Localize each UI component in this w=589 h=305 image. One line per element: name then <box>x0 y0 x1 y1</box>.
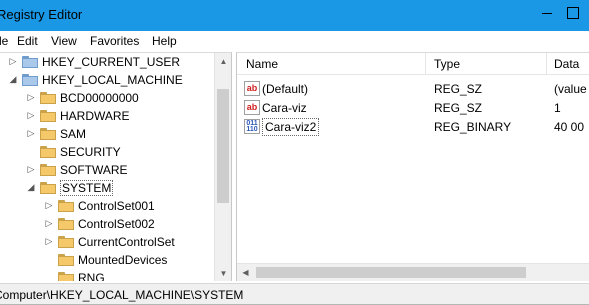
menu-bar: File Edit View Favorites Help <box>0 31 589 51</box>
expand-arrow-icon[interactable]: ▷ <box>44 235 54 247</box>
tree-node-label[interactable]: HKEY_CURRENT_USER <box>42 55 180 69</box>
folder-icon <box>58 254 74 266</box>
column-divider[interactable] <box>546 53 547 75</box>
scrollbar-thumb[interactable] <box>256 267 526 278</box>
expand-arrow-icon[interactable]: ▷ <box>44 217 54 229</box>
tree-node[interactable]: ▷ SAM <box>0 125 214 143</box>
tree-node[interactable]: ▷ ControlSet002 <box>0 215 214 233</box>
key-tree-pane: ▷ HKEY_CURRENT_USER ◢ HKEY_LOCAL_MACHINE ▷ BC… <box>0 52 232 281</box>
value-row[interactable]: 011 110 Cara-viz2 REG_BINARY 40 00 <box>237 117 589 136</box>
folder-icon <box>40 92 56 104</box>
value-type: REG_SZ <box>434 101 483 115</box>
value-name[interactable]: (Default) <box>262 82 308 96</box>
menu-view[interactable]: View <box>51 34 77 48</box>
tree-node[interactable]: MountedDevices <box>0 251 214 269</box>
string-value-icon: ab <box>244 81 260 96</box>
expand-arrow-icon <box>26 145 36 157</box>
expand-arrow-icon[interactable]: ▷ <box>26 163 36 175</box>
value-row[interactable]: ab (Default) REG_SZ (value <box>237 79 589 98</box>
scrollbar-thumb[interactable] <box>217 89 229 203</box>
tree-node-label[interactable]: ControlSet002 <box>78 217 155 231</box>
menu-favorites[interactable]: Favorites <box>90 34 139 48</box>
folder-icon <box>40 164 56 176</box>
value-data: 40 00 <box>554 120 585 134</box>
scroll-down-icon[interactable]: ▼ <box>215 265 231 281</box>
collapse-arrow-icon[interactable]: ◢ <box>8 73 18 85</box>
folder-icon <box>40 146 56 158</box>
tree-node[interactable]: ◢ SYSTEM <box>0 179 214 197</box>
value-name[interactable]: Cara-viz2 <box>262 118 320 136</box>
folder-icon <box>40 128 56 140</box>
minimize-button[interactable] <box>533 0 563 28</box>
string-value-icon: ab <box>244 100 260 115</box>
tree-node-label[interactable]: SAM <box>60 127 86 141</box>
expand-arrow-icon <box>44 253 54 265</box>
tree-node-label[interactable]: RNG <box>78 271 105 281</box>
menu-file[interactable]: File <box>0 34 8 48</box>
tree-node-label[interactable]: ControlSet001 <box>78 199 155 213</box>
value-type: REG_BINARY <box>434 120 512 134</box>
tree-node-label[interactable]: MountedDevices <box>78 253 167 267</box>
folder-icon <box>22 74 38 86</box>
folder-icon <box>58 236 74 248</box>
column-header-data[interactable]: Data <box>554 57 579 71</box>
tree-node[interactable]: ◢ HKEY_LOCAL_MACHINE <box>0 71 214 89</box>
menu-edit[interactable]: Edit <box>17 34 38 48</box>
expand-arrow-icon[interactable]: ▷ <box>26 91 36 103</box>
value-data: (value <box>554 82 587 96</box>
tree-node[interactable]: ▷ BCD00000000 <box>0 89 214 107</box>
tree-node-label[interactable]: BCD00000000 <box>60 91 139 105</box>
tree-node[interactable]: SECURITY <box>0 143 214 161</box>
values-pane: Name Type Data ab (Default) REG_SZ (value ab… <box>236 52 589 281</box>
tree-node-label[interactable]: CurrentControlSet <box>78 235 175 249</box>
folder-icon <box>58 272 74 281</box>
column-divider[interactable] <box>425 53 426 75</box>
tree-vertical-scrollbar[interactable]: ▲ ▼ <box>214 53 231 281</box>
value-data: 1 <box>554 101 561 115</box>
tree-node-label[interactable]: SECURITY <box>60 145 121 159</box>
scroll-up-icon[interactable]: ▲ <box>215 53 231 70</box>
scroll-left-icon[interactable]: ◀ <box>237 264 254 281</box>
binary-value-icon: 011 110 <box>244 119 260 134</box>
expand-arrow-icon[interactable]: ▷ <box>44 199 54 211</box>
tree-node[interactable]: ▷ ControlSet001 <box>0 197 214 215</box>
tree-node-label[interactable]: SOFTWARE <box>60 163 128 177</box>
window-title: Registry Editor <box>0 7 83 22</box>
expand-arrow-icon[interactable]: ▷ <box>26 109 36 121</box>
expand-arrow-icon[interactable]: ▷ <box>26 127 36 139</box>
tree-node[interactable]: ▷ HARDWARE <box>0 107 214 125</box>
tree-node[interactable]: ▷ SOFTWARE <box>0 161 214 179</box>
tree-node-label[interactable]: HKEY_LOCAL_MACHINE <box>42 73 183 87</box>
value-row[interactable]: ab Cara-viz REG_SZ 1 <box>237 98 589 117</box>
folder-icon <box>22 56 38 68</box>
folder-icon <box>40 110 56 122</box>
collapse-arrow-icon[interactable]: ◢ <box>26 181 36 193</box>
title-bar: Registry Editor <box>0 0 589 31</box>
expand-arrow-icon[interactable]: ▷ <box>8 55 18 67</box>
tree-node-label[interactable]: HARDWARE <box>60 109 130 123</box>
list-header: Name Type Data <box>237 53 589 75</box>
tree-node[interactable]: RNG <box>0 269 214 281</box>
value-name[interactable]: Cara-viz <box>262 101 307 115</box>
tree-node-label[interactable]: SYSTEM <box>60 180 114 196</box>
tree-node[interactable]: ▷ CurrentControlSet <box>0 233 214 251</box>
current-key-path: Computer\HKEY_LOCAL_MACHINE\SYSTEM <box>0 288 244 302</box>
column-header-type[interactable]: Type <box>434 57 460 71</box>
values-horizontal-scrollbar[interactable]: ◀ <box>237 263 589 281</box>
folder-icon <box>40 182 56 194</box>
menu-help[interactable]: Help <box>152 34 177 48</box>
folder-icon <box>58 200 74 212</box>
folder-icon <box>58 218 74 230</box>
status-bar: Computer\HKEY_LOCAL_MACHINE\SYSTEM <box>0 283 589 305</box>
column-header-name[interactable]: Name <box>246 57 278 71</box>
tree-node[interactable]: ▷ HKEY_CURRENT_USER <box>0 53 214 71</box>
maximize-button[interactable] <box>563 0 589 28</box>
expand-arrow-icon <box>44 271 54 281</box>
value-type: REG_SZ <box>434 82 483 96</box>
